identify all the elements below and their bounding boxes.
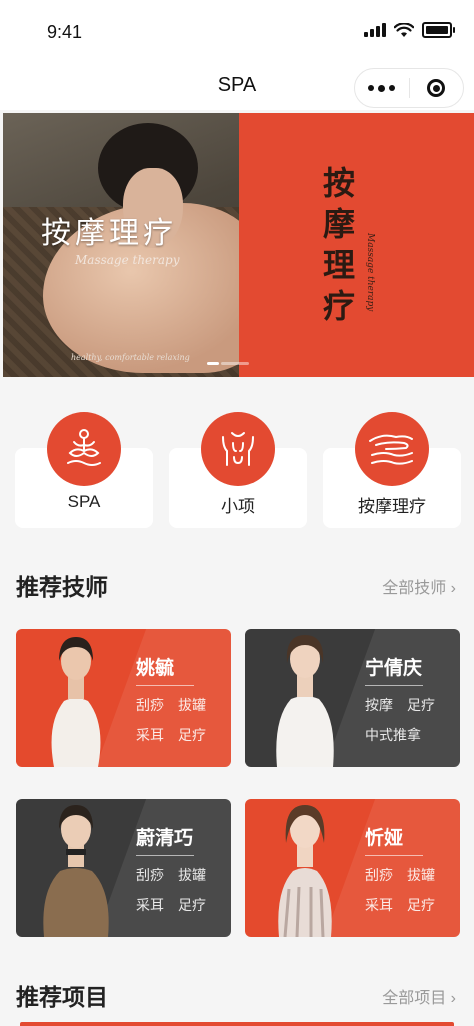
skill-tag: 足疗	[178, 727, 206, 743]
technician-name: 蔚清巧	[136, 828, 194, 849]
all-projects-link[interactable]: 全部项目 ›	[382, 984, 456, 1008]
skill-tag: 足疗	[407, 897, 435, 913]
skill-tag: 采耳	[365, 897, 393, 913]
banner-slide-photo[interactable]: 按摩理疗 Massage therapy healthy, comfortabl…	[3, 113, 263, 377]
technician-photo	[51, 637, 101, 767]
hand-massage-icon	[355, 412, 429, 486]
skill-tag: 刮痧	[136, 867, 164, 883]
technicians-section-title: 推荐技师	[16, 574, 108, 600]
category-label: 按摩理疗	[358, 497, 426, 516]
miniprogram-capsule	[354, 68, 464, 108]
skill-tag: 足疗	[178, 897, 206, 913]
name-underline	[136, 685, 194, 686]
status-bar: 9:41	[0, 0, 474, 64]
skill-tag: 拔罐	[178, 867, 206, 883]
carousel-dot	[221, 362, 249, 365]
technician-card[interactable]: 忻娅 刮痧 拔罐 采耳 足疗	[245, 799, 460, 937]
projects-section-title: 推荐项目	[16, 984, 108, 1010]
nav-bar: SPA	[0, 64, 474, 110]
category-grid: SPA 小项 按摩理疗	[15, 410, 461, 530]
name-underline	[136, 855, 194, 856]
skill-tag: 足疗	[407, 697, 435, 713]
status-icons	[364, 22, 455, 38]
chevron-right-icon: ›	[450, 580, 456, 597]
carousel-indicator	[207, 362, 249, 365]
banner-vertical-subtitle: Massage therapy	[365, 233, 375, 312]
category-massage[interactable]: 按摩理疗	[323, 412, 461, 528]
technician-tags: 按摩 足疗 中式推拿	[365, 695, 457, 745]
technician-tags: 刮痧 拔罐 采耳 足疗	[365, 865, 457, 915]
more-options-button[interactable]	[355, 84, 409, 92]
technician-photo	[276, 635, 334, 767]
skill-tag: 拔罐	[178, 697, 206, 713]
category-small-items[interactable]: 小项	[169, 412, 307, 528]
technician-tags: 刮痧 拔罐 采耳 足疗	[136, 865, 228, 915]
chevron-right-icon: ›	[450, 990, 456, 1007]
banner-vertical-title: 按摩理疗	[323, 164, 356, 325]
lotus-meditation-icon	[47, 412, 121, 486]
skill-tag: 采耳	[136, 897, 164, 913]
banner-subtitle: Massage therapy	[75, 253, 180, 267]
banner-carousel[interactable]: 按摩理疗 Massage therapy healthy, comfortabl…	[3, 113, 474, 377]
target-circle-icon	[427, 79, 446, 97]
technician-photo	[43, 805, 109, 937]
technician-name: 姚毓	[136, 658, 175, 679]
battery-icon	[422, 22, 455, 38]
skill-tag: 拔罐	[407, 867, 435, 883]
body-torso-icon	[201, 412, 275, 486]
category-label: 小项	[221, 497, 255, 516]
name-underline	[365, 855, 423, 856]
technician-name: 宁倩庆	[365, 658, 423, 679]
status-time: 9:41	[47, 22, 83, 42]
project-card-peek[interactable]	[20, 1022, 454, 1026]
technician-tags: 刮痧 拔罐 采耳 足疗	[136, 695, 228, 745]
carousel-dot-active	[207, 362, 219, 365]
technician-name: 忻娅	[365, 828, 404, 849]
skill-tag: 采耳	[136, 727, 164, 743]
banner-title: 按摩理疗	[41, 216, 177, 251]
close-miniprogram-button[interactable]	[410, 79, 464, 97]
all-technicians-link[interactable]: 全部技师 ›	[382, 574, 456, 598]
skill-tag: 中式推拿	[365, 727, 421, 743]
banner-tagline: healthy, comfortable relaxing	[71, 353, 190, 362]
skill-tag: 刮痧	[365, 867, 393, 883]
name-underline	[365, 685, 423, 686]
wifi-icon	[394, 22, 414, 37]
more-dots-icon	[368, 85, 375, 91]
technician-photo	[278, 805, 332, 937]
technician-card[interactable]: 蔚清巧 刮痧 拔罐 采耳 足疗	[16, 799, 231, 937]
technician-card[interactable]: 姚毓 刮痧 拔罐 采耳 足疗	[16, 629, 231, 767]
technician-card[interactable]: 宁倩庆 按摩 足疗 中式推拿	[245, 629, 460, 767]
banner-slide-poster[interactable]: 按摩理疗 Massage therapy	[239, 113, 474, 377]
cellular-signal-icon	[364, 23, 386, 37]
category-label: SPA	[67, 492, 101, 511]
skill-tag: 按摩	[365, 697, 393, 713]
skill-tag: 刮痧	[136, 697, 164, 713]
category-spa[interactable]: SPA	[15, 412, 153, 528]
